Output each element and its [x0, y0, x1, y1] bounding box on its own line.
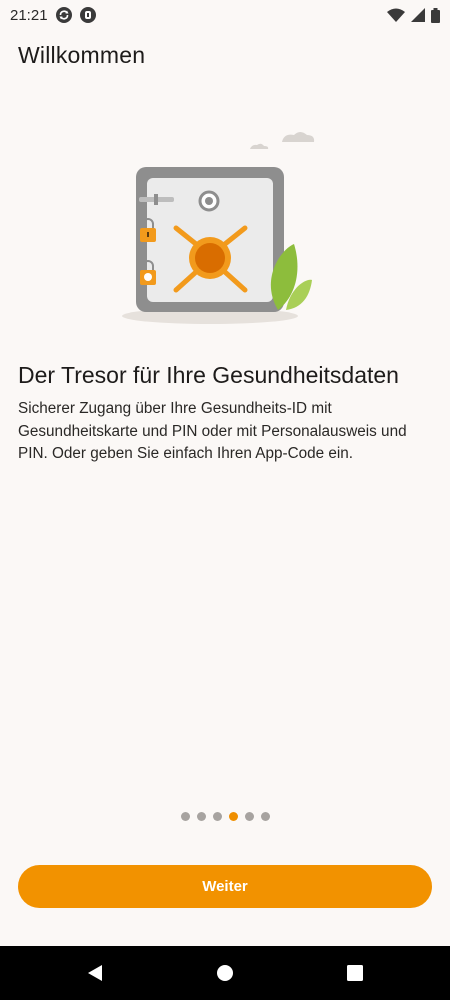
safe-illustration — [122, 132, 315, 324]
page-dot — [244, 812, 254, 821]
status-right — [387, 7, 440, 23]
page-dot — [180, 812, 190, 821]
next-button[interactable]: Weiter — [18, 865, 432, 908]
page-dot-active — [228, 812, 238, 821]
home-icon[interactable] — [216, 964, 234, 982]
back-icon[interactable] — [86, 964, 104, 982]
signal-icon — [411, 8, 425, 22]
page-dot — [260, 812, 270, 821]
system-navigation-bar — [0, 946, 450, 1000]
wifi-icon — [387, 8, 405, 22]
sync-icon — [55, 7, 72, 23]
status-bar: 21:21 — [0, 0, 450, 30]
page-indicator — [0, 812, 450, 821]
page-title: Willkommen — [18, 42, 146, 68]
status-time: 21:21 — [10, 6, 48, 24]
onboarding-description: Sicherer Zugang über Ihre Gesundheits-ID… — [18, 400, 407, 462]
page-dot — [212, 812, 222, 821]
app-notification-icon — [79, 7, 96, 23]
page-dot — [196, 812, 206, 821]
onboarding-headline: Der Tresor für Ihre Gesundheitsdaten — [18, 362, 399, 388]
recents-icon[interactable] — [346, 964, 364, 982]
battery-icon — [431, 7, 440, 23]
status-left: 21:21 — [10, 7, 96, 24]
